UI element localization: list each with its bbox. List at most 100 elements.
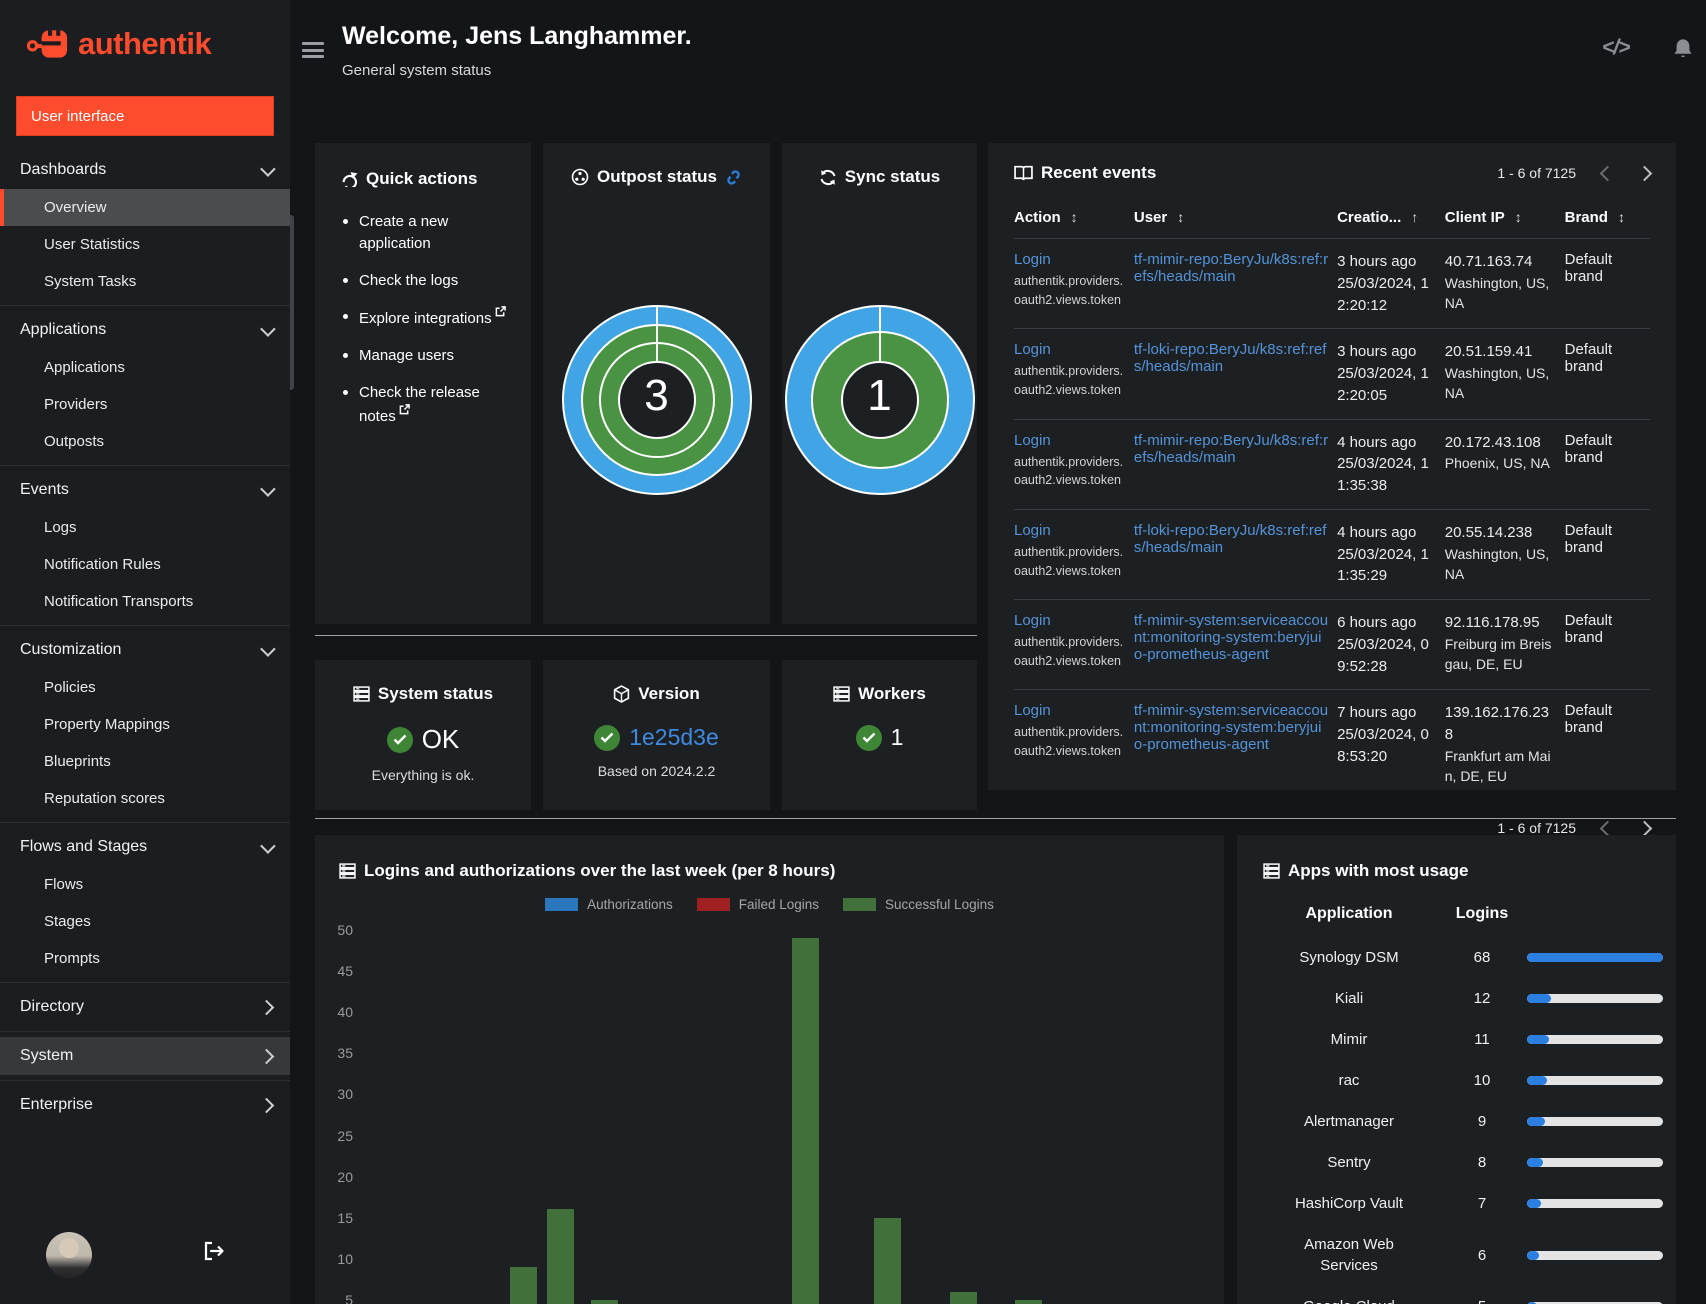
column-header-user[interactable]: User ↕: [1134, 199, 1337, 239]
sidebar-item-flows[interactable]: Flows: [0, 866, 290, 903]
event-user-link[interactable]: tf-mimir-repo:BeryJu/k8s:ref:refs/heads/…: [1134, 251, 1328, 285]
nav-group-applications: Applications Applications Providers Outp…: [0, 305, 290, 465]
workers-count: 1: [890, 724, 904, 750]
nav-head-events[interactable]: Events: [0, 471, 290, 509]
sync-donut-chart: 1: [784, 305, 975, 495]
sidebar-item-outposts[interactable]: Outposts: [0, 423, 290, 460]
sidebar-item-notification-transports[interactable]: Notification Transports: [0, 583, 290, 620]
apps-col-application: Application: [1305, 905, 1393, 922]
qa-explore-integrations-link[interactable]: Explore integrations: [341, 306, 519, 330]
app-logins: 68: [1473, 949, 1491, 966]
version-card: Version 1e25d3e Based on 2024.2.2: [543, 660, 770, 810]
event-action-link[interactable]: Login: [1014, 432, 1051, 449]
sidebar-item-logs[interactable]: Logs: [0, 509, 290, 546]
sidebar-item-blueprints[interactable]: Blueprints: [0, 743, 290, 780]
external-link-icon: [495, 306, 506, 317]
qa-check-logs-link[interactable]: Check the logs: [341, 270, 519, 292]
sidebar-item-overview[interactable]: Overview: [0, 189, 290, 226]
sidebar-item-notification-rules[interactable]: Notification Rules: [0, 546, 290, 583]
sidebar-item-prompts[interactable]: Prompts: [0, 940, 290, 977]
column-header-action[interactable]: Action ↕: [1014, 199, 1134, 239]
sort-icon: ↕: [1070, 209, 1078, 225]
event-row: Login authentik.providers.oauth2.views.to…: [1014, 508, 1650, 600]
column-header-client-ip[interactable]: Client IP ↕: [1445, 199, 1565, 239]
app-name: Google Cloud: [1261, 1286, 1437, 1304]
chevron-right-icon: [258, 1097, 275, 1113]
apps-usage-title: Apps with most usage: [1261, 835, 1652, 881]
sidebar-item-policies[interactable]: Policies: [0, 669, 290, 706]
nav-group-dashboards: Dashboards Overview User Statistics Syst…: [0, 146, 290, 305]
link-icon[interactable]: [725, 169, 742, 186]
nav-head-enterprise[interactable]: Enterprise: [0, 1086, 290, 1124]
logo-text: authentik: [78, 26, 212, 61]
app-logins: 10: [1473, 1072, 1491, 1089]
nav-head-flows-stages[interactable]: Flows and Stages: [0, 828, 290, 866]
sidebar-item-stages[interactable]: Stages: [0, 903, 290, 940]
nav-head-customization[interactable]: Customization: [0, 631, 290, 669]
outpost-count: 3: [644, 371, 669, 420]
pagination-next-icon[interactable]: [1636, 820, 1653, 837]
sidebar-item-reputation-scores[interactable]: Reputation scores: [0, 780, 290, 817]
chart-bar: [950, 1292, 977, 1304]
avatar[interactable]: [46, 1232, 92, 1278]
event-user-link[interactable]: tf-mimir-repo:BeryJu/k8s:ref:refs/heads/…: [1134, 432, 1328, 466]
sync-count: 1: [867, 371, 892, 420]
pagination-next-icon[interactable]: [1636, 165, 1653, 181]
sidebar-item-applications[interactable]: Applications: [0, 349, 290, 386]
pagination-prev-icon[interactable]: [1599, 820, 1616, 837]
hamburger-menu-icon[interactable]: [302, 42, 324, 60]
notifications-bell-icon[interactable]: [1672, 38, 1694, 62]
nav-head-applications[interactable]: Applications: [0, 311, 290, 349]
event-user-link[interactable]: tf-loki-repo:BeryJu/k8s:ref:refs/heads/m…: [1134, 341, 1327, 375]
event-user-link[interactable]: tf-loki-repo:BeryJu/k8s:ref:refs/heads/m…: [1134, 522, 1327, 556]
events-pagination-top: 1 - 6 of 7125: [1497, 165, 1653, 181]
app-logins: 6: [1477, 1246, 1487, 1264]
nav-head-directory[interactable]: Directory: [0, 988, 290, 1026]
event-action-link[interactable]: Login: [1014, 702, 1051, 719]
user-interface-button[interactable]: User interface: [16, 96, 274, 136]
column-header-brand[interactable]: Brand ↕: [1565, 199, 1650, 239]
nav-group-flows-stages: Flows and Stages Flows Stages Prompts: [0, 822, 290, 982]
y-tick-label: 35: [337, 1045, 353, 1062]
event-action-link[interactable]: Login: [1014, 612, 1051, 629]
sort-icon: ↕: [1514, 209, 1522, 225]
section-divider: [315, 635, 977, 636]
event-user-link[interactable]: tf-mimir-system:serviceaccount:monitorin…: [1134, 612, 1328, 663]
chart-bar: [874, 1218, 901, 1304]
sidebar-item-user-statistics[interactable]: User Statistics: [0, 226, 290, 263]
event-row: Login authentik.providers.oauth2.views.to…: [1014, 418, 1650, 510]
system-status-note: Everything is ok.: [371, 767, 475, 783]
event-action-link[interactable]: Login: [1014, 341, 1051, 358]
pagination-label: 1 - 6 of 7125: [1497, 165, 1576, 181]
api-code-icon[interactable]: </>: [1602, 36, 1630, 60]
qa-manage-users-link[interactable]: Manage users: [341, 345, 519, 367]
outpost-status-title: Outpost status: [543, 143, 770, 187]
sign-out-icon[interactable]: [203, 1241, 225, 1261]
donut-segment-divider: [878, 305, 881, 362]
app-name: Sentry: [1327, 1154, 1371, 1171]
app-name: HashiCorp Vault: [1294, 1195, 1404, 1212]
qa-create-application-link[interactable]: Create a new application: [341, 211, 519, 255]
chevron-down-icon: [260, 480, 276, 497]
sidebar-item-providers[interactable]: Providers: [0, 386, 290, 423]
sidebar-item-system-tasks[interactable]: System Tasks: [0, 263, 290, 300]
version-link[interactable]: 1e25d3e: [629, 724, 719, 751]
qa-release-notes-link[interactable]: Check the release notes: [341, 382, 519, 428]
pagination-prev-icon[interactable]: [1599, 165, 1616, 181]
app-name: Alertmanager: [1303, 1113, 1395, 1130]
usage-progress-bar: [1527, 1250, 1663, 1260]
nav-head-dashboards[interactable]: Dashboards: [0, 151, 290, 189]
app-name: Amazon Web Services: [1304, 1236, 1394, 1274]
events-header-row: Action ↕ User ↕ Creatio... ↑ Client IP ↕ Bra…: [1014, 199, 1650, 239]
system-status-title: System status: [353, 684, 493, 704]
check-circle-icon: [855, 724, 882, 751]
column-header-creation[interactable]: Creatio... ↑: [1337, 199, 1445, 239]
recent-events-title: Recent events: [1014, 163, 1156, 183]
legend-swatch-green: [843, 898, 877, 911]
event-action-link[interactable]: Login: [1014, 251, 1051, 268]
workers-title: Workers: [833, 684, 926, 704]
nav-head-system[interactable]: System: [0, 1037, 290, 1075]
sidebar-item-property-mappings[interactable]: Property Mappings: [0, 706, 290, 743]
event-user-link[interactable]: tf-mimir-system:serviceaccount:monitorin…: [1134, 702, 1328, 753]
event-action-link[interactable]: Login: [1014, 522, 1051, 539]
